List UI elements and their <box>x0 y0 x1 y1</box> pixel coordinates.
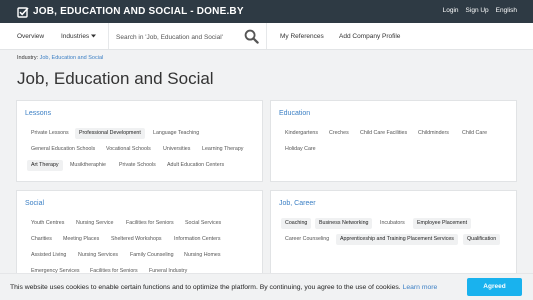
site-title: JOB, EDUCATION AND SOCIAL - DONE.BY <box>33 6 244 17</box>
page-title: Job, Education and Social <box>17 69 214 88</box>
category-tag[interactable]: Professional Development <box>75 128 145 139</box>
category-tag[interactable]: Apprenticeship and Training Placement Se… <box>336 234 458 245</box>
breadcrumb-label: Industry: <box>17 55 39 61</box>
category-tag[interactable]: Universities <box>159 144 194 155</box>
category-tag[interactable]: Child Care Facilities <box>356 128 411 139</box>
category-tag[interactable]: Family Counseling <box>126 250 178 261</box>
checkbox-icon <box>17 6 29 18</box>
nav-industries-label: Industries <box>61 33 90 40</box>
category-tag[interactable]: Language Teaching <box>149 128 203 139</box>
category-tag[interactable]: Assisted Living <box>27 250 70 261</box>
nav-bar: Overview Industries My References Add Co… <box>0 23 533 50</box>
category-tag[interactable]: General Education Schools <box>27 144 99 155</box>
login-link[interactable]: Login <box>443 7 459 14</box>
category-tag[interactable]: Nursing Services <box>74 250 122 261</box>
accept-cookies-button[interactable]: Agreed <box>467 278 522 296</box>
category-tag[interactable]: Coaching <box>281 218 312 229</box>
card-job-career: Job, Career Coaching Business Networking… <box>270 190 517 276</box>
breadcrumb-link[interactable]: Job, Education and Social <box>40 55 104 61</box>
card-title-lessons[interactable]: Lessons <box>25 110 51 117</box>
nav-industries[interactable]: Industries <box>61 33 97 40</box>
category-tag[interactable]: Social Services <box>181 218 225 229</box>
nav-my-references[interactable]: My References <box>280 33 324 40</box>
category-tag[interactable]: Private Lessons <box>27 128 73 139</box>
category-tag[interactable]: Child Care <box>458 128 491 139</box>
category-tag[interactable]: Career Counseling <box>281 234 333 245</box>
category-tag[interactable]: Creches <box>325 128 353 139</box>
category-tag[interactable]: Charities <box>27 234 56 245</box>
category-tag[interactable]: Private Schools <box>115 160 160 171</box>
nav-divider <box>108 23 109 49</box>
category-tag[interactable]: Youth Centres <box>27 218 68 229</box>
card-title-social[interactable]: Social <box>25 200 44 207</box>
nav-divider <box>266 23 267 49</box>
signup-link[interactable]: Sign Up <box>466 7 489 14</box>
search-input[interactable] <box>116 32 240 42</box>
card-lessons: Lessons Private Lessons Professional Dev… <box>16 100 263 182</box>
category-tag[interactable]: Learning Therapy <box>198 144 247 155</box>
language-link[interactable]: English <box>496 7 517 14</box>
category-tag[interactable]: Facilities for Seniors <box>122 218 178 229</box>
card-title-job-career[interactable]: Job, Career <box>279 200 316 207</box>
nav-add-company[interactable]: Add Company Profile <box>339 33 400 40</box>
top-links: Login Sign Up English <box>443 7 517 14</box>
card-social: Social Youth Centres Nursing Service Fac… <box>16 190 263 276</box>
category-tag[interactable]: Kindergartens <box>281 128 322 139</box>
category-tag[interactable]: Nursing Homes <box>180 250 225 261</box>
category-tag[interactable]: Musiktheraphie <box>66 160 110 171</box>
card-title-education[interactable]: Education <box>279 110 310 117</box>
category-tag[interactable]: Holiday Care <box>281 144 320 155</box>
nav-overview[interactable]: Overview <box>17 33 44 40</box>
cookie-banner: This website uses cookies to enable cert… <box>0 273 533 300</box>
brand[interactable]: JOB, EDUCATION AND SOCIAL - DONE.BY <box>17 4 244 19</box>
category-tag[interactable]: Incubators <box>376 218 409 229</box>
category-tag[interactable]: Employee Placement <box>413 218 472 229</box>
cookie-message: This website uses cookies to enable cert… <box>10 284 437 291</box>
breadcrumb: Industry: Job, Education and Social <box>17 55 103 61</box>
category-tag[interactable]: Nursing Service <box>72 218 117 229</box>
category-tag[interactable]: Sheltered Workshops <box>107 234 166 245</box>
search-icon[interactable] <box>244 29 259 44</box>
cookie-message-text: This website uses cookies to enable cert… <box>10 284 401 291</box>
category-tag[interactable]: Business Networking <box>315 218 373 229</box>
category-tag[interactable]: Adult Education Centers <box>163 160 228 171</box>
learn-more-link[interactable]: Learn more <box>403 284 438 291</box>
category-tag[interactable]: Vocational Schools <box>102 144 155 155</box>
category-tag[interactable]: Qualification <box>463 234 501 245</box>
card-education: Education Kindergartens Creches Child Ca… <box>270 100 517 182</box>
category-tag[interactable]: Childminders <box>414 128 453 139</box>
caret-down-icon <box>91 34 97 38</box>
category-tag[interactable]: Meeting Places <box>59 234 103 245</box>
category-tag[interactable]: Information Centers <box>170 234 225 245</box>
top-bar: JOB, EDUCATION AND SOCIAL - DONE.BY Logi… <box>0 0 533 23</box>
category-tag[interactable]: Art Therapy <box>27 160 63 171</box>
